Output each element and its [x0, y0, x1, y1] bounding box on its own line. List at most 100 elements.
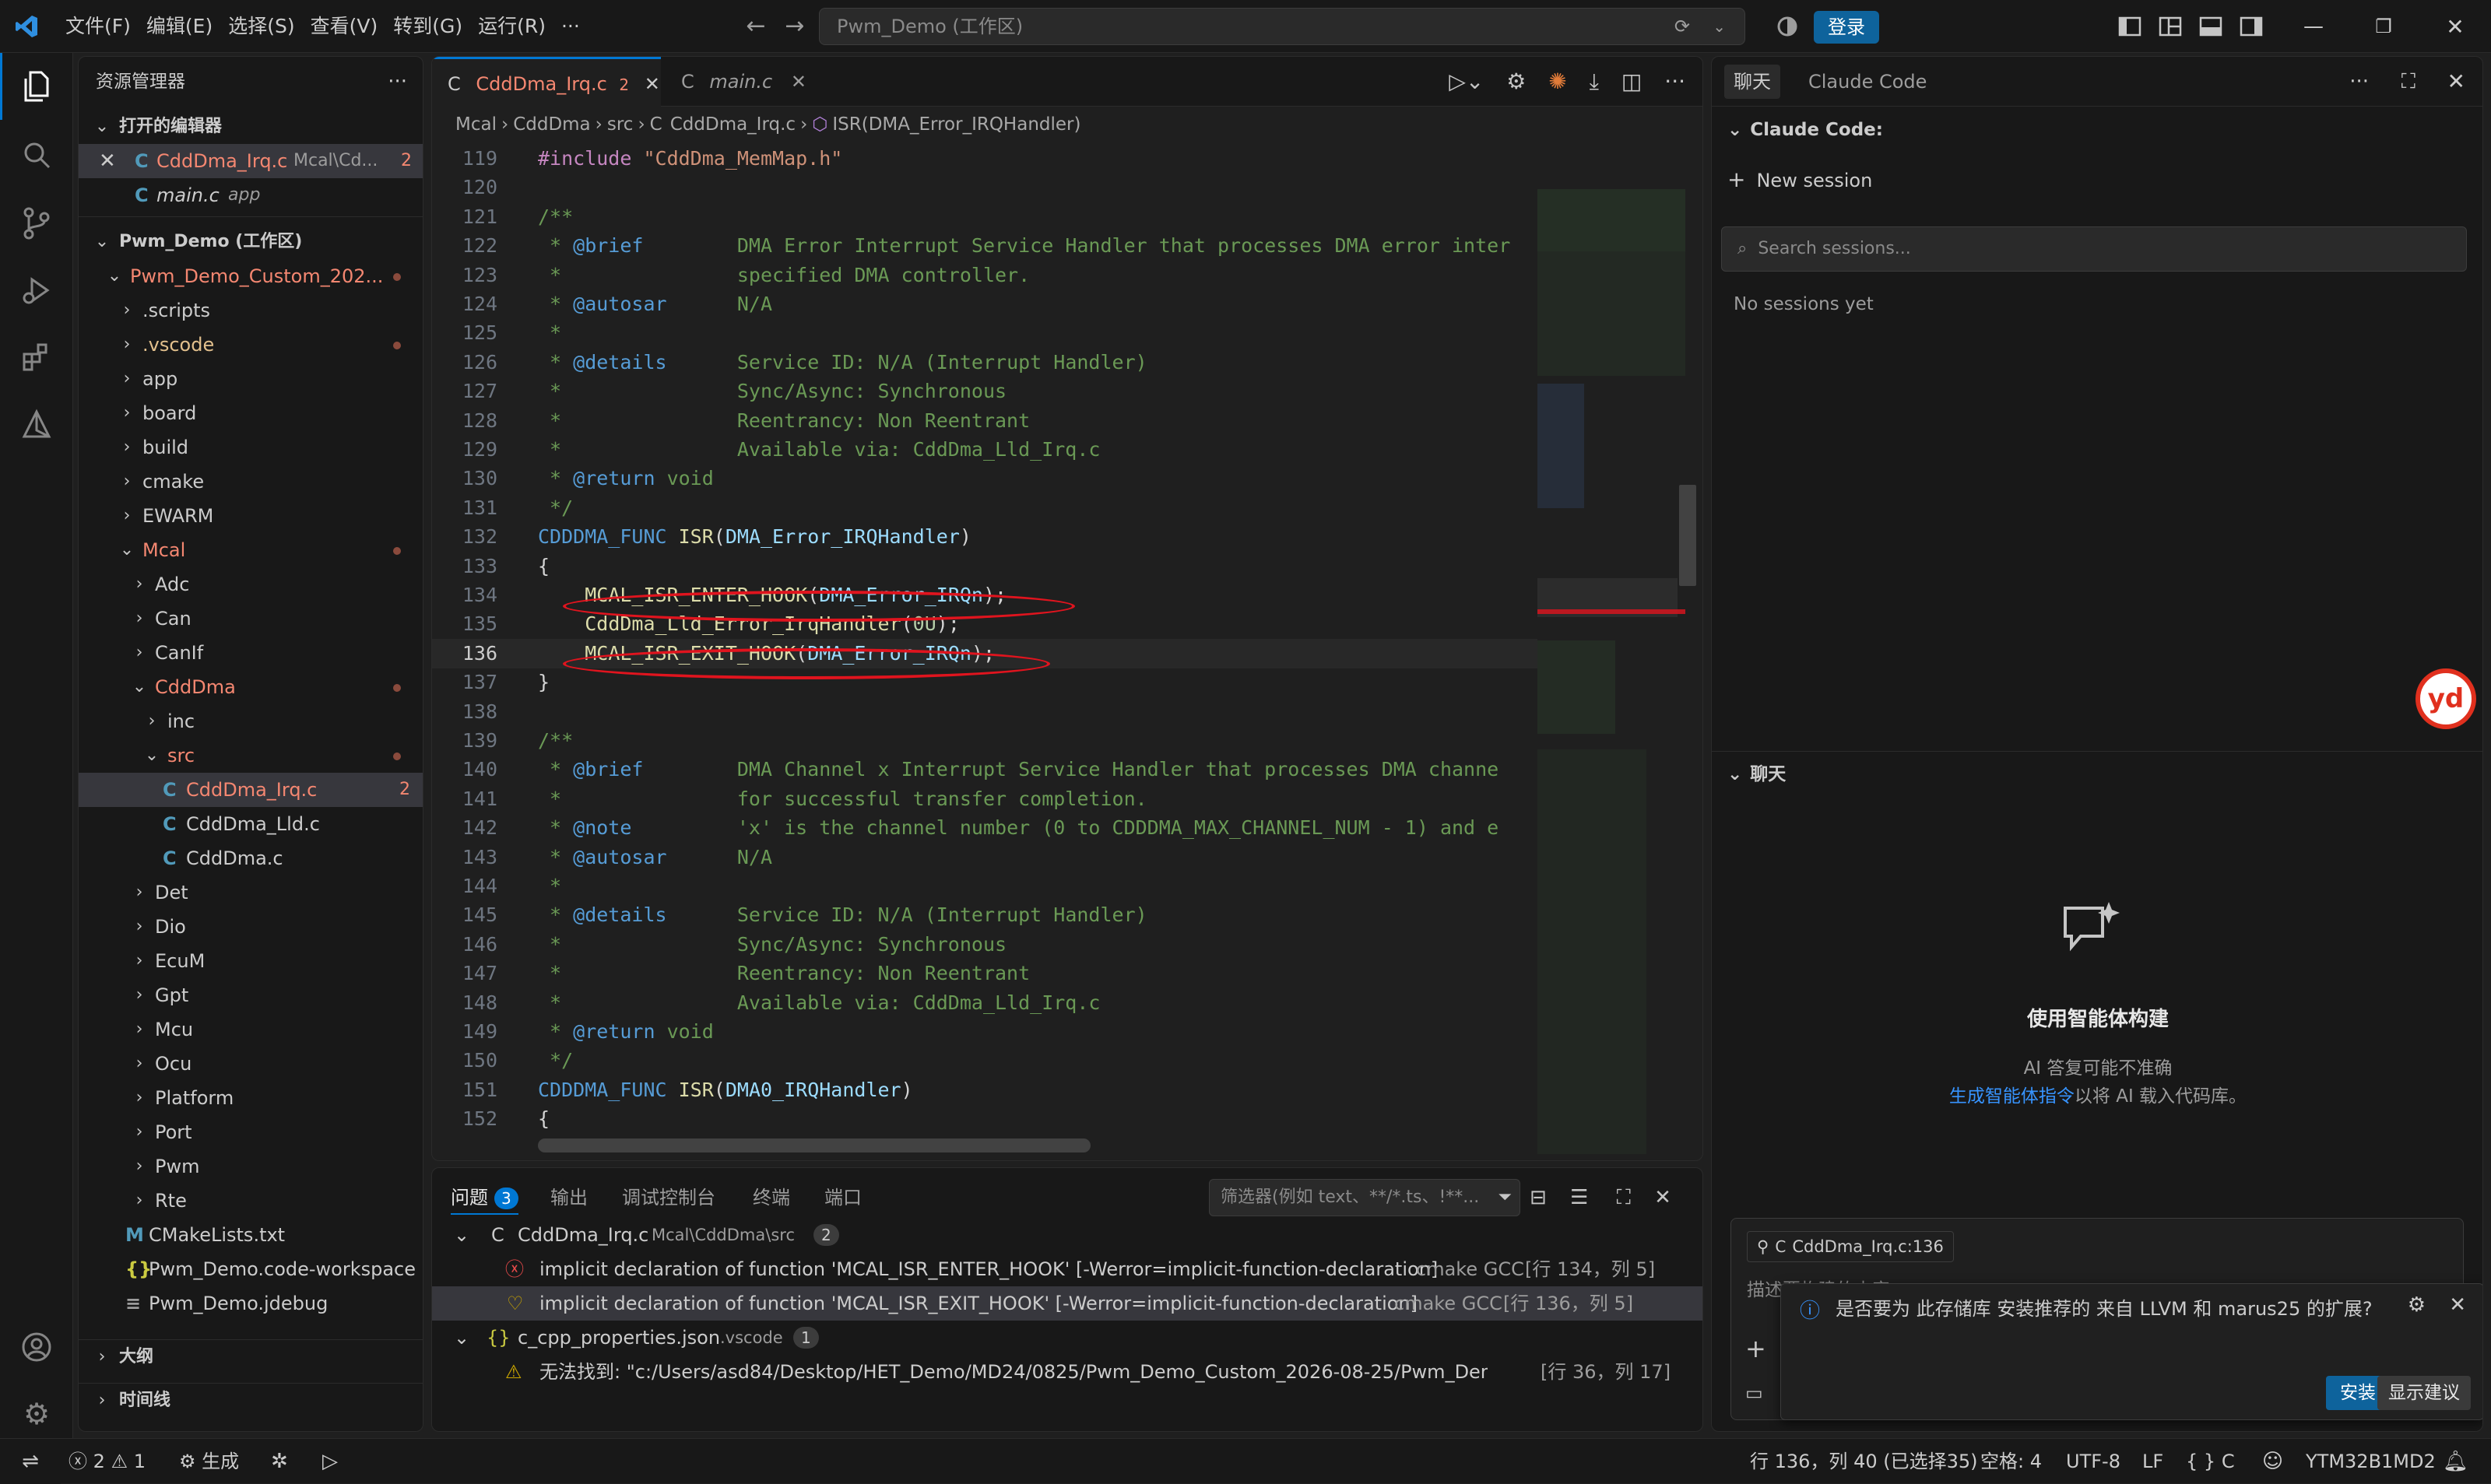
tree-folder-item[interactable]: › .vscode — [79, 328, 423, 362]
tree-folder-item[interactable]: ⌄ Pwm_Demo_Custom_202... — [79, 259, 423, 293]
tree-file-item[interactable]: C CddDma_Lld.c — [79, 807, 423, 841]
problem-row[interactable]: ⓧ implicit declaration of function 'MCAL… — [432, 1252, 1702, 1286]
indentation[interactable]: 空格: 4 — [1980, 1439, 2042, 1484]
tree-folder-item[interactable]: › Rte — [79, 1184, 423, 1218]
debug-icon[interactable]: ✲ — [271, 1439, 288, 1484]
tree-file-item[interactable]: M CMakeLists.txt — [79, 1218, 423, 1252]
tree-folder-item[interactable]: › Platform — [79, 1081, 423, 1115]
close-icon[interactable]: ✕ — [791, 71, 806, 93]
problems-indicator[interactable]: ⓧ 2 ⚠ 1 — [69, 1439, 146, 1484]
restore-icon[interactable]: ❐ — [2368, 11, 2399, 42]
login-button[interactable]: 登录 — [1814, 11, 1879, 44]
tree-folder-item[interactable]: › Mcu — [79, 1012, 423, 1047]
tab-problems[interactable]: 问题 3 — [451, 1181, 518, 1215]
tab-claude-code[interactable]: Claude Code — [1799, 65, 1936, 99]
tree-folder-item[interactable]: › Gpt — [79, 978, 423, 1012]
toggle-secondary-sidebar-icon[interactable] — [2236, 11, 2267, 42]
tree-folder-item[interactable]: › Can — [79, 602, 423, 636]
tree-folder-item[interactable]: › Det — [79, 875, 423, 910]
tree-folder-item[interactable]: ⌄ Mcal — [79, 533, 423, 567]
tab-debug-console[interactable]: 调试控制台 — [622, 1181, 715, 1215]
tree-folder-item[interactable]: › Dio — [79, 910, 423, 944]
tab-terminal[interactable]: 终端 — [753, 1181, 790, 1215]
close-icon[interactable]: ✕ — [2447, 65, 2465, 99]
account-icon[interactable] — [0, 1314, 73, 1381]
open-editor-item[interactable]: ✕ C CddDma_Irq.c Mcal\Cd... 2 — [79, 144, 423, 178]
show-suggestions-button[interactable]: 显示建议 — [2377, 1376, 2471, 1410]
build-button[interactable]: ⚙ 生成 — [179, 1439, 239, 1484]
run-debug-icon[interactable] — [0, 257, 73, 324]
list-view-icon[interactable]: ☰ — [1570, 1186, 1588, 1209]
tree-file-item[interactable]: {} Pwm_Demo.code-workspace — [79, 1252, 423, 1286]
tree-folder-item[interactable]: › app — [79, 362, 423, 396]
toggle-primary-sidebar-icon[interactable] — [2114, 11, 2145, 42]
context-chip[interactable]: ⚲ C CddDma_Irq.c:136 — [1747, 1231, 1954, 1262]
back-arrow-icon[interactable]: ← — [736, 12, 775, 40]
open-editors-header[interactable]: ⌄ 打开的编辑器 — [79, 110, 423, 144]
tree-folder-item[interactable]: › CanIf — [79, 636, 423, 670]
tab-main[interactable]: C main.c ✕ — [666, 57, 821, 107]
tree-folder-item[interactable]: › Adc — [79, 567, 423, 602]
breadcrumb-item[interactable]: src — [607, 114, 634, 135]
language-mode[interactable]: { } C — [2186, 1439, 2235, 1484]
split-editor-icon[interactable]: ◫ — [1621, 68, 1642, 94]
problem-row[interactable]: ⚠ 无法找到: "c:/Users/asd84/Desktop/HET_Demo… — [432, 1355, 1702, 1389]
tree-folder-item[interactable]: › Ocu — [79, 1047, 423, 1081]
tree-folder-item[interactable]: › inc — [79, 704, 423, 738]
new-session-button[interactable]: + New session — [1727, 163, 1872, 197]
search-icon[interactable] — [0, 121, 73, 188]
chevron-down-icon[interactable]: ⌄ — [1713, 9, 1726, 44]
command-center-search[interactable]: Pwm_Demo (工作区) ⟳ ⌄ — [819, 8, 1745, 45]
gear-icon[interactable]: ⚙ — [1506, 68, 1526, 94]
tree-folder-item[interactable]: › build — [79, 430, 423, 465]
menu-item[interactable]: 编辑(E) — [139, 11, 220, 42]
plus-icon[interactable]: + — [1745, 1334, 1766, 1363]
tree-folder-item[interactable]: › EcuM — [79, 944, 423, 978]
close-window-icon[interactable]: ✕ — [2440, 11, 2471, 42]
tree-folder-item[interactable]: › cmake — [79, 465, 423, 499]
more-actions-icon[interactable]: ··· — [2349, 65, 2369, 99]
lightbulb-icon[interactable]: ♡ — [507, 1286, 524, 1321]
tree-file-item[interactable]: C CddDma_Irq.c 2 — [79, 773, 423, 807]
collapse-all-icon[interactable]: ⊟ — [1530, 1186, 1547, 1209]
download-icon[interactable]: ⤓ — [1590, 68, 1599, 94]
session-search-input[interactable]: ⌕ Search sessions... — [1721, 226, 2467, 272]
tree-folder-item[interactable]: › board — [79, 396, 423, 430]
tree-folder-item[interactable]: ⌄ CddDma — [79, 670, 423, 704]
customize-layout-icon[interactable] — [2155, 11, 2186, 42]
toggle-panel-icon[interactable] — [2195, 11, 2226, 42]
more-actions-icon[interactable]: ··· — [388, 57, 407, 107]
encoding[interactable]: UTF-8 — [2066, 1439, 2120, 1484]
breadcrumb-item[interactable]: CddDma_Irq.c — [670, 114, 796, 135]
claude-code-section-header[interactable]: ⌄ Claude Code: — [1712, 113, 2482, 147]
tree-file-item[interactable]: ≡ Pwm_Demo.jdebug — [79, 1286, 423, 1321]
problem-file-row[interactable]: ⌄ {} c_cpp_properties.json .vscode 1 — [432, 1321, 1702, 1355]
menu-item[interactable]: 文件(F) — [58, 11, 139, 42]
youdao-icon[interactable]: yd — [2415, 668, 2476, 729]
maximize-icon[interactable]: ⛶ — [2401, 65, 2415, 99]
notifications-icon[interactable]: 🔔︎ — [2443, 1439, 2468, 1484]
copilot-icon[interactable] — [1772, 11, 1803, 42]
filter-icon[interactable]: ⏷ — [1498, 1180, 1512, 1216]
close-icon[interactable]: ✕ — [2449, 1293, 2466, 1317]
tab-ports[interactable]: 端口 — [824, 1181, 862, 1215]
tree-folder-item[interactable]: › .scripts — [79, 293, 423, 328]
forward-arrow-icon[interactable]: → — [775, 12, 814, 40]
breadcrumb-item[interactable]: Mcal — [455, 114, 497, 135]
chat-section-header[interactable]: ⌄ 聊天 — [1712, 757, 2482, 791]
line-ending[interactable]: LF — [2142, 1439, 2163, 1484]
copilot-status-icon[interactable]: ☺ — [2262, 1439, 2283, 1484]
breadcrumb-item[interactable]: CddDma — [513, 114, 590, 135]
tree-folder-item[interactable]: › EWARM — [79, 499, 423, 533]
minimize-icon[interactable]: — — [2298, 11, 2329, 42]
breadcrumb-item[interactable]: ISR(DMA_Error_IRQHandler) — [832, 114, 1080, 135]
tab-output[interactable]: 输出 — [550, 1181, 588, 1215]
remote-indicator-icon[interactable]: ⇌ — [0, 1439, 61, 1484]
open-editor-item[interactable]: C main.c app — [79, 178, 423, 212]
problems-filter-input[interactable]: 筛选器(例如 text、**/*.ts、!**... ⏷ — [1209, 1179, 1520, 1216]
explorer-icon[interactable] — [0, 53, 73, 120]
run-icon[interactable]: ▷⌄ — [1449, 68, 1484, 94]
menu-item[interactable]: 选择(S) — [220, 11, 302, 42]
menu-item[interactable]: ··· — [553, 11, 588, 42]
cursor-position[interactable]: 行 136，列 40 (已选择35) — [1750, 1439, 1978, 1484]
